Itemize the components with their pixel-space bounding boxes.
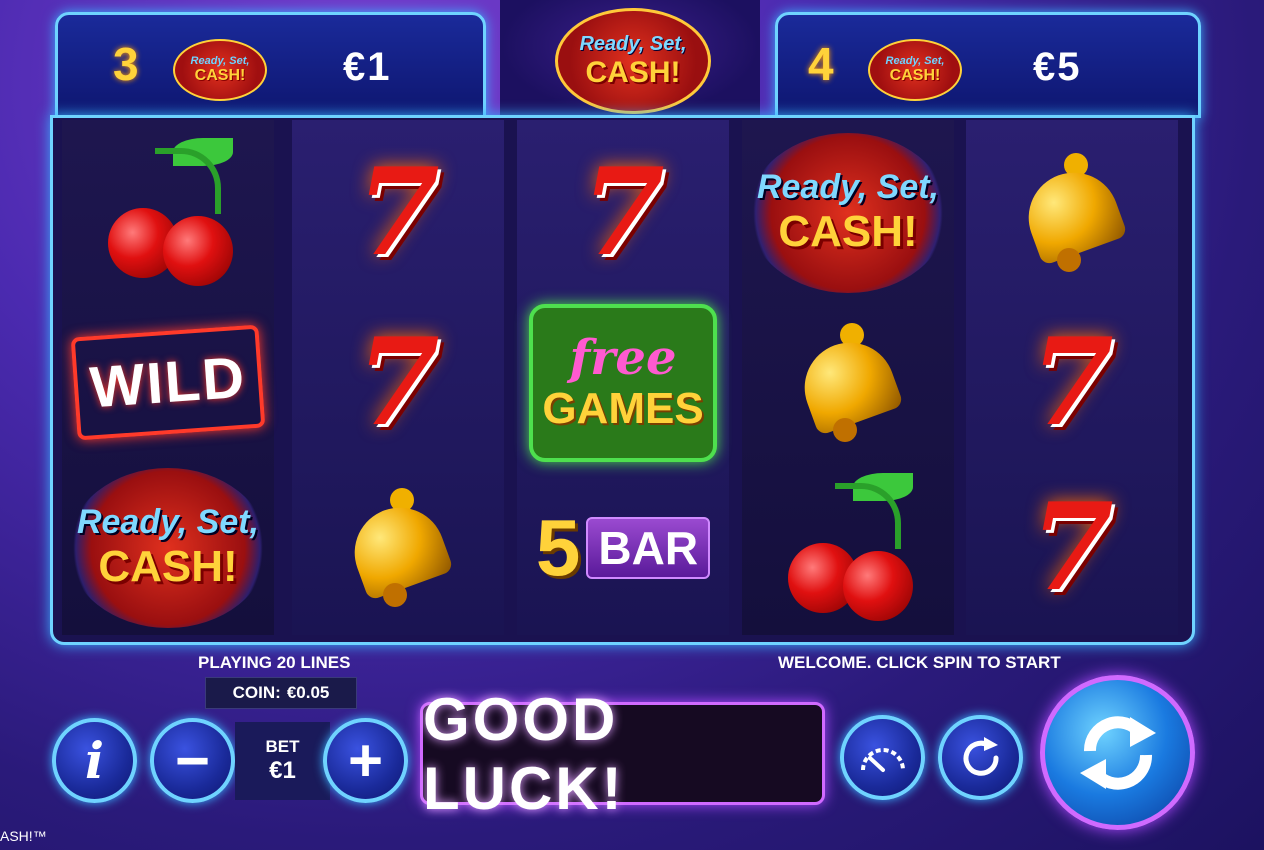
jackpot-count: 3 [113, 38, 139, 90]
symbol-5-bar: 5 BAR [523, 465, 723, 630]
seven-text: 7 [356, 312, 440, 453]
rsc-top-text: Ready, Set, [76, 503, 260, 541]
jackpot-logo: Ready, Set, CASH! [173, 39, 267, 101]
spin-button[interactable] [1040, 675, 1195, 830]
cherry-icon [93, 137, 243, 288]
bell-icon [1012, 148, 1132, 278]
seven-text: 7 [581, 142, 665, 283]
jackpot-count: 4 [808, 38, 834, 90]
welcome-message: WELCOME. CLICK SPIN TO START [778, 653, 1061, 672]
free-text: free [569, 329, 677, 386]
increase-bet-button[interactable]: + [323, 718, 408, 803]
cherry-icon [773, 472, 923, 623]
seven-text: 7 [1030, 477, 1114, 618]
jackpot-logo: Ready, Set, CASH! [868, 39, 962, 101]
jackpot-panel-right: 4 Ready, Set, CASH! €5 [775, 12, 1201, 118]
bell-icon [788, 318, 908, 448]
autoplay-icon [963, 736, 999, 776]
jackpot-logo-bottom: CASH! [194, 67, 246, 84]
symbol-bell [298, 465, 498, 630]
symbol-seven: 7 [298, 130, 498, 295]
coin-label: COIN: [232, 683, 281, 702]
jackpot-logo-top: Ready, Set, [190, 55, 250, 67]
reel-5: 7 7 [966, 120, 1178, 635]
info-button[interactable]: i [52, 718, 137, 803]
turbo-button[interactable] [840, 715, 925, 800]
speedometer-icon [860, 747, 905, 772]
symbol-bell [972, 130, 1172, 295]
coin-selector[interactable]: COIN: €0.05 [205, 677, 357, 709]
reel-3: 7 free GAMES 5 BAR [517, 120, 729, 635]
lines-label: PLAYING 20 LINES [198, 653, 351, 672]
autoplay-button[interactable] [938, 715, 1023, 800]
symbol-seven: 7 [972, 300, 1172, 465]
reel-2: 7 7 [292, 120, 504, 635]
logo-sign: Ready, Set, CASH! [555, 8, 711, 114]
rsc-bottom-text: CASH! [778, 207, 918, 256]
reel-1: WILD Ready, Set, CASH! [62, 120, 274, 635]
reel-4: Ready, Set, CASH! [742, 120, 954, 635]
symbol-cherry [68, 130, 268, 295]
symbol-seven: 7 [972, 465, 1172, 630]
jackpot-logo-bottom: CASH! [889, 67, 941, 84]
info-icon: i [85, 731, 104, 790]
message-text: GOOD LUCK! [423, 685, 625, 822]
bar-text: BAR [586, 516, 711, 579]
jackpot-panel-left: 3 Ready, Set, CASH! €1 [55, 12, 486, 118]
symbol-seven: 7 [523, 130, 723, 295]
rsc-bottom-text: CASH! [98, 542, 238, 591]
logo-top-text: Ready, Set, [579, 32, 687, 55]
game-logo: Ready, Set, CASH! [500, 0, 760, 115]
bar-number: 5 [535, 502, 581, 592]
seven-text: 7 [1030, 312, 1114, 453]
games-text: GAMES [542, 383, 704, 433]
symbol-ready-set-cash: Ready, Set, CASH! [748, 130, 948, 295]
bet-label: BET [265, 737, 300, 756]
wild-text: WILD [87, 344, 249, 421]
spin-icon [1079, 715, 1156, 790]
minus-icon: − [174, 726, 211, 794]
decrease-bet-button[interactable]: − [150, 718, 235, 803]
symbol-ready-set-cash: Ready, Set, CASH! [68, 465, 268, 630]
symbol-cherry [748, 465, 948, 630]
bet-display: BET €1 [235, 722, 330, 800]
symbol-wild: WILD [68, 300, 268, 465]
bet-value: €1 [269, 757, 296, 784]
message-display: GOOD LUCK! [420, 686, 825, 822]
footer-title: ASH!™ [0, 828, 47, 844]
jackpot-logo-top: Ready, Set, [885, 55, 945, 67]
symbol-bell [748, 300, 948, 465]
seven-text: 7 [356, 142, 440, 283]
bell-icon [338, 483, 458, 613]
jackpot-prize: €5 [1033, 45, 1082, 89]
rsc-top-text: Ready, Set, [756, 168, 940, 206]
coin-value: €0.05 [286, 683, 330, 702]
logo-bottom-text: CASH! [585, 55, 681, 89]
symbol-free-games: free GAMES [523, 300, 723, 465]
symbol-seven: 7 [298, 300, 498, 465]
jackpot-prize: €1 [343, 45, 392, 89]
plus-icon: + [347, 726, 384, 794]
